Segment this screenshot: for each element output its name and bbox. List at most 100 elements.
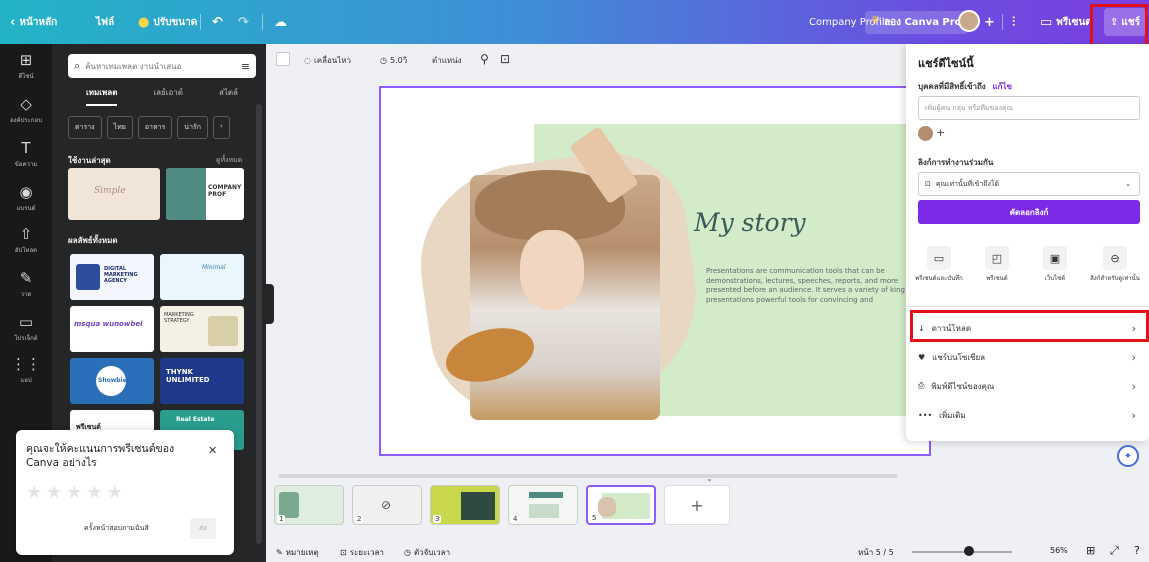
panel-tabs: เทมเพลต เลย์เอาต์ สไตล์ [68,86,256,106]
position-button[interactable]: ตำแหน่ง [432,54,462,67]
see-all-link[interactable]: ดูทั้งหมด [216,155,242,166]
animate-button[interactable]: ◌ เคลื่อนไหว [304,54,351,67]
notes-button[interactable]: ✎ หมายเหตุ [276,546,319,559]
lock-icon[interactable]: ⊡ [500,52,510,66]
home-button[interactable]: ‹ หน้าหลัก [10,0,57,44]
page-number: 1 [277,515,286,523]
add-person-icon[interactable]: + [936,126,945,139]
fullscreen-icon[interactable]: ⤢ [1110,544,1119,558]
duration-button[interactable]: ◷ 5.0วิ [380,54,407,67]
redo-button[interactable]: ↷ [238,0,249,44]
template-thumbnail[interactable]: DIGITAL MARKETING AGENCY [70,254,154,300]
rail-item-projects[interactable]: ▭ โปรเจ็กต์ [0,314,52,343]
star-icon[interactable]: ★ [86,482,102,503]
search-input[interactable]: ⌕ ค้นหาเทมเพลต งานนำเสนอ ≡ [68,54,256,78]
sparkle-icon: ✦ [1123,450,1133,462]
elements-icon: ◇ [20,95,32,113]
close-icon[interactable]: ✕ [208,444,217,457]
zoom-level-text: 56% [1050,546,1068,555]
chip-table[interactable]: ตาราง [68,116,102,139]
grid-view-icon[interactable]: ⊞ [1086,544,1095,557]
tab-templates[interactable]: เทมเพลต [86,86,118,106]
present-option[interactable]: ◰ พรีเซนต์ [972,246,1022,283]
duration-toggle-button[interactable]: ⊡ ระยะเวลา [340,546,384,559]
chip-thai[interactable]: ไทย [106,116,133,139]
page-thumbnail[interactable]: 4 [508,485,578,525]
rail-item-elements[interactable]: ◇ องค์ประกอบ [0,96,52,125]
filter-icon[interactable]: ≡ [241,60,250,73]
edit-access-link[interactable]: แก้ไข [993,82,1013,91]
resize-button[interactable]: ● ปรับขนาด [138,0,197,44]
more-row[interactable]: ••• เพิ่มเติม › [918,404,1140,426]
paint-format-icon[interactable]: ⚲ [480,52,489,66]
access-dropdown[interactable]: ⊡ คุณเท่านั้นที่เข้าถึงได้ ⌄ [918,172,1140,196]
collapse-panel-handle[interactable] [266,284,274,324]
page-thumbnail[interactable]: ⊘ 2 [352,485,422,525]
rail-item-apps[interactable]: ⋮⋮ แอป [0,356,52,385]
page-thumbnail[interactable]: 3 [430,485,500,525]
panel-scrollbar[interactable] [256,104,262,544]
highlight-download-box [910,310,1149,342]
chevron-right-icon: › [1131,350,1136,364]
cloud-save-icon: ☁ [274,14,287,30]
chips-next-button[interactable]: › [213,116,230,139]
try-pro-button[interactable]: ♛ ลอง Canva Pro [865,0,968,44]
timer-button[interactable]: ◷ ตัวจับเวลา [404,546,450,559]
template-thumbnail[interactable]: COMPANY PROF [166,168,244,220]
tab-styles[interactable]: สไตล์ [219,86,238,106]
print-row[interactable]: ⎙ พิมพ์ดีไซน์ของคุณ › [918,375,1140,397]
template-thumbnail[interactable]: msqua wunowbei [70,306,154,352]
star-icon[interactable]: ★ [46,482,62,503]
text-icon: T [21,139,31,157]
help-icon[interactable]: ? [1134,544,1140,557]
file-menu[interactable]: ไฟล์ [96,0,114,44]
star-icon[interactable]: ★ [107,482,123,503]
website-option[interactable]: ▣ เว็บไซต์ [1030,246,1080,283]
add-people-input[interactable]: เพิ่มผู้คน กลุ่ม หรือทีมของคุณ [918,96,1140,120]
animate-label: เคลื่อนไหว [313,56,352,65]
template-thumbnail[interactable]: MARKETING STRATEGY [160,306,244,352]
option-label: ลิงก์สำหรับดูเท่านั้น [1090,275,1140,282]
slide-title[interactable]: My story [694,208,806,237]
add-collaborator-button[interactable]: + [984,0,995,44]
star-icon[interactable]: ★ [26,482,42,503]
page-thumbnail[interactable]: 1 [274,485,344,525]
zoom-slider[interactable] [912,551,1012,553]
template-thumbnail[interactable]: Minimal [160,254,244,300]
copy-link-button[interactable]: คัดลอกลิงก์ [918,200,1140,224]
share-social-row[interactable]: ♥ แชร์บนโซเชียล › [918,346,1140,368]
send-rating-button[interactable]: ส่ง [190,518,216,539]
page-thumbnail-active[interactable]: 5 [586,485,656,525]
template-thumbnail[interactable]: THYNK UNLIMITED [160,358,244,404]
zoom-slider-handle[interactable] [964,546,974,556]
add-page-button[interactable]: + [664,485,730,525]
chip-food[interactable]: อาหาร [137,116,173,139]
rail-item-brand[interactable]: ◉ แบรนด์ [0,184,52,213]
star-icon[interactable]: ★ [66,482,82,503]
canvas-scrollbar[interactable] [278,474,898,478]
zoom-level[interactable]: 56% [1050,546,1068,555]
magic-help-button[interactable]: ✦ [1117,445,1139,467]
template-thumbnail[interactable]: Showbie [70,358,154,404]
thumbnail-text: Minimal [202,264,226,271]
chip-cute[interactable]: น่ารัก [177,116,209,139]
slide-body-text[interactable]: Presentations are communication tools th… [706,267,906,309]
tab-layouts[interactable]: เลย์เอาต์ [153,86,183,106]
page-indicator[interactable]: หน้า 5 / 5 [858,546,894,559]
template-thumbnail[interactable]: Simple [68,168,160,220]
rail-label: แบรนด์ [16,205,36,212]
avatar[interactable] [958,10,980,32]
background-color-swatch[interactable] [276,52,290,66]
ask-later-button[interactable]: ครั้งหน้าสอบถามฉันสิ [78,518,155,539]
crown-icon: ♛ [871,14,880,26]
rail-item-uploads[interactable]: ⇧ อัปโหลด [0,226,52,255]
rail-item-text[interactable]: T ข้อความ [0,140,52,169]
avatar[interactable] [918,126,933,141]
view-only-link-option[interactable]: ⊖ ลิงก์สำหรับดูเท่านั้น [1090,246,1140,283]
present-button[interactable]: ▭ พรีเซนต [1040,0,1092,44]
insights-button[interactable]: ⫶ [1012,0,1015,44]
present-and-record-option[interactable]: ▭ พรีเซนต์และบันทึก [914,246,964,283]
rail-item-draw[interactable]: ✎ วาด [0,270,52,299]
undo-button[interactable]: ↶ [212,0,223,44]
rail-item-design[interactable]: ⊞ ดีไซน์ [0,52,52,81]
